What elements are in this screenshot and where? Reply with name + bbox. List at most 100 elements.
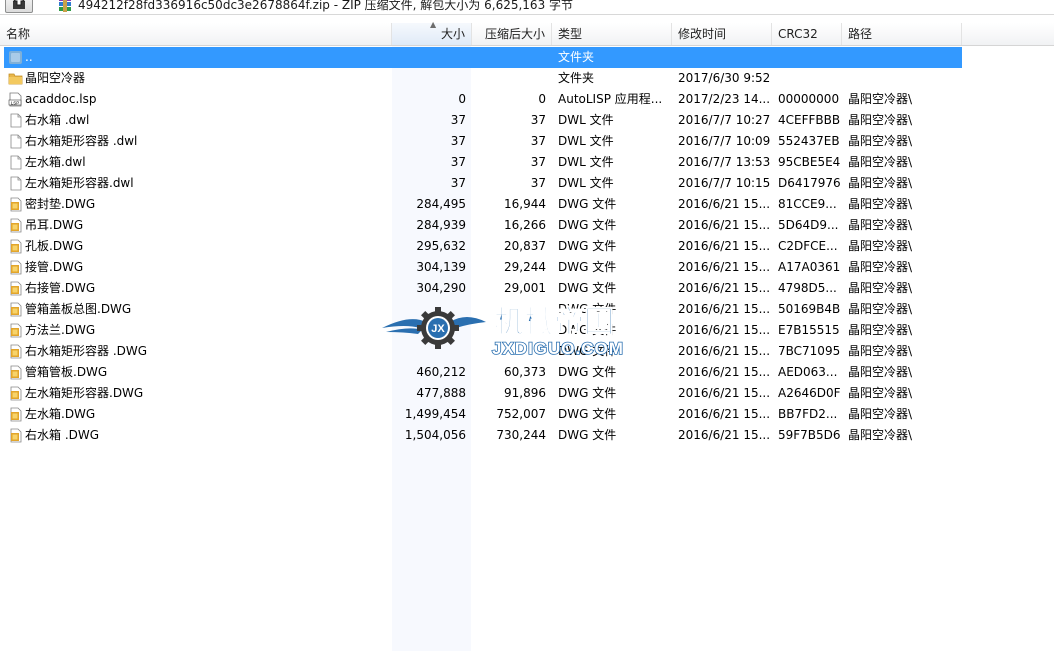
dwg-file-icon — [8, 344, 23, 359]
cell-type: DWG 文件 — [558, 365, 617, 379]
cell-name: 右水箱 .dwl — [25, 113, 90, 127]
cell-packed: 60,373 — [504, 365, 546, 379]
cell-crc: 81CCE9... — [778, 197, 837, 211]
cell-type: DWL 文件 — [558, 134, 614, 148]
dwg-file-icon — [8, 197, 23, 212]
cell-path: 晶阳空冷器\ — [848, 407, 913, 421]
cell-crc: E7B15515 — [778, 323, 840, 337]
table-row[interactable]: 右水箱矩形容器 .DWG DWG 文件 2016/6/21 15... 7BC7109… — [0, 341, 1054, 362]
column-header-modified[interactable]: 修改时间 — [672, 23, 772, 45]
table-row[interactable]: 右接管.DWG 304,290 29,001 DWG 文件 2016/6/21 15..… — [0, 278, 1054, 299]
cell-type: DWG 文件 — [558, 428, 617, 442]
dwg-file-icon — [8, 386, 23, 401]
cell-size: 37 — [450, 176, 466, 190]
cell-path: 晶阳空冷器\ — [848, 323, 913, 337]
column-header-packed[interactable]: 压缩后大小 — [472, 23, 552, 45]
cell-path: 晶阳空冷器\ — [848, 155, 913, 169]
cell-modified: 2016/6/21 15... — [678, 239, 771, 253]
winrar-archive-icon — [59, 0, 71, 12]
dwg-file-icon — [8, 218, 23, 233]
cell-modified — [678, 47, 774, 68]
cell-name: 左水箱.dwl — [25, 155, 86, 169]
table-row[interactable]: 右水箱 .dwl 37 37 DWL 文件 2016/7/7 10:27 4CEFFBBB… — [0, 110, 1054, 131]
cell-crc: 59F7B5D6 — [778, 428, 841, 442]
table-row[interactable]: 管箱管板.DWG 460,212 60,373 DWG 文件 2016/6/21 15.… — [0, 362, 1054, 383]
cell-modified: 2016/6/21 15... — [678, 428, 771, 442]
cell-path: 晶阳空冷器\ — [848, 365, 913, 379]
cell-packed: 16,944 — [504, 197, 546, 211]
table-row[interactable]: 左水箱.dwl 37 37 DWL 文件 2016/7/7 13:53 95CBE5E4 晶… — [0, 152, 1054, 173]
cell-packed: 91,896 — [504, 386, 546, 400]
cell-modified: 2016/7/7 10:09 — [678, 134, 771, 148]
cell-type: DWG 文件 — [558, 323, 617, 337]
cell-path — [848, 68, 958, 89]
cell-path: 晶阳空冷器\ — [848, 386, 913, 400]
cell-name: 接管.DWG — [25, 260, 84, 274]
cell-type: DWG 文件 — [558, 407, 617, 421]
cell-crc: 95CBE5E4 — [778, 155, 841, 169]
dwg-file-icon — [8, 428, 23, 443]
cell-crc: C2DFCE... — [778, 239, 838, 253]
column-header-size[interactable]: ▲ 大小 — [392, 20, 472, 45]
cell-packed: 37 — [530, 113, 546, 127]
table-row[interactable]: 晶阳空冷器 文件夹 2017/6/30 9:52 — [0, 68, 1054, 89]
cell-modified: 2016/6/21 15... — [678, 302, 771, 316]
column-header-type[interactable]: 类型 — [552, 23, 672, 45]
parent-folder-icon — [8, 50, 23, 65]
cell-path: 晶阳空冷器\ — [848, 302, 913, 316]
file-icon — [8, 176, 23, 191]
table-row[interactable]: 管箱盖板总图.DWG DWG 文件 2016/6/21 15... 50169B4B 晶… — [0, 299, 1054, 320]
table-row[interactable]: 右水箱 .DWG 1,504,056 730,244 DWG 文件 2016/6/21 … — [0, 425, 1054, 446]
cell-name: 晶阳空冷器 — [25, 71, 86, 85]
cell-packed — [472, 299, 546, 320]
cell-packed — [472, 47, 546, 68]
cell-size: 460,212 — [416, 365, 466, 379]
cell-modified: 2016/7/7 10:15 — [678, 176, 771, 190]
cell-modified: 2016/6/21 15... — [678, 344, 771, 358]
cell-name: 管箱管板.DWG — [25, 365, 108, 379]
cell-path: 晶阳空冷器\ — [848, 197, 913, 211]
table-row[interactable]: 吊耳.DWG 284,939 16,266 DWG 文件 2016/6/21 15...… — [0, 215, 1054, 236]
cell-packed — [472, 341, 546, 362]
cell-path: 晶阳空冷器\ — [848, 113, 913, 127]
cell-name: 左水箱矩形容器.dwl — [25, 176, 134, 190]
dwg-file-icon — [8, 239, 23, 254]
table-row[interactable]: 孔板.DWG 295,632 20,837 DWG 文件 2016/6/21 15...… — [0, 236, 1054, 257]
table-row[interactable]: 方法兰.DWG DWG 文件 2016/6/21 15... E7B15515 晶阳空冷… — [0, 320, 1054, 341]
cell-size — [392, 68, 466, 89]
up-one-level-button[interactable] — [5, 0, 33, 13]
cell-modified: 2016/6/21 15... — [678, 323, 771, 337]
archive-path-bar: 494212f28fd336916c50dc3e2678864f.zip - Z… — [0, 0, 1054, 15]
column-header: 名称 ▲ 大小 压缩后大小 类型 修改时间 CRC32 路径 — [0, 20, 1054, 46]
cell-size: 37 — [450, 113, 466, 127]
table-row[interactable]: 左水箱矩形容器.dwl 37 37 DWL 文件 2016/7/7 10:15 D6417… — [0, 173, 1054, 194]
cell-modified: 2016/7/7 13:53 — [678, 155, 771, 169]
cell-modified: 2016/6/21 15... — [678, 218, 771, 232]
table-row[interactable]: 左水箱矩形容器.DWG 477,888 91,896 DWG 文件 2016/6/21 … — [0, 383, 1054, 404]
cell-path: 晶阳空冷器\ — [848, 218, 913, 232]
cell-modified: 2016/6/21 15... — [678, 197, 771, 211]
column-header-name[interactable]: 名称 — [0, 23, 392, 45]
column-header-path[interactable]: 路径 — [842, 23, 962, 45]
sort-ascending-icon: ▲ — [430, 20, 437, 29]
cell-size: 477,888 — [416, 386, 466, 400]
table-row[interactable]: 右水箱矩形容器 .dwl 37 37 DWL 文件 2016/7/7 10:09 5524… — [0, 131, 1054, 152]
dwg-file-icon — [8, 323, 23, 338]
cell-packed — [472, 320, 546, 341]
cell-type: DWL 文件 — [558, 155, 614, 169]
cell-modified: 2017/2/23 14... — [678, 92, 771, 106]
table-row[interactable]: 接管.DWG 304,139 29,244 DWG 文件 2016/6/21 15...… — [0, 257, 1054, 278]
column-header-crc[interactable]: CRC32 — [772, 23, 842, 45]
table-row[interactable]: LSP acaddoc.lsp 0 0 AutoLISP 应用程... 2017/2/23… — [0, 89, 1054, 110]
cell-type: DWG 文件 — [558, 239, 617, 253]
cell-packed — [472, 68, 546, 89]
cell-crc: BB7FD2... — [778, 407, 838, 421]
cell-packed: 37 — [530, 134, 546, 148]
table-row[interactable]: .. 文件夹 — [0, 47, 1054, 68]
table-row[interactable]: 密封垫.DWG 284,495 16,944 DWG 文件 2016/6/21 15..… — [0, 194, 1054, 215]
table-row[interactable]: 左水箱.DWG 1,499,454 752,007 DWG 文件 2016/6/21 1… — [0, 404, 1054, 425]
cell-crc: D6417976 — [778, 176, 841, 190]
cell-name: 右水箱 .DWG — [25, 428, 100, 442]
cell-packed: 37 — [530, 176, 546, 190]
cell-type: DWG 文件 — [558, 197, 617, 211]
